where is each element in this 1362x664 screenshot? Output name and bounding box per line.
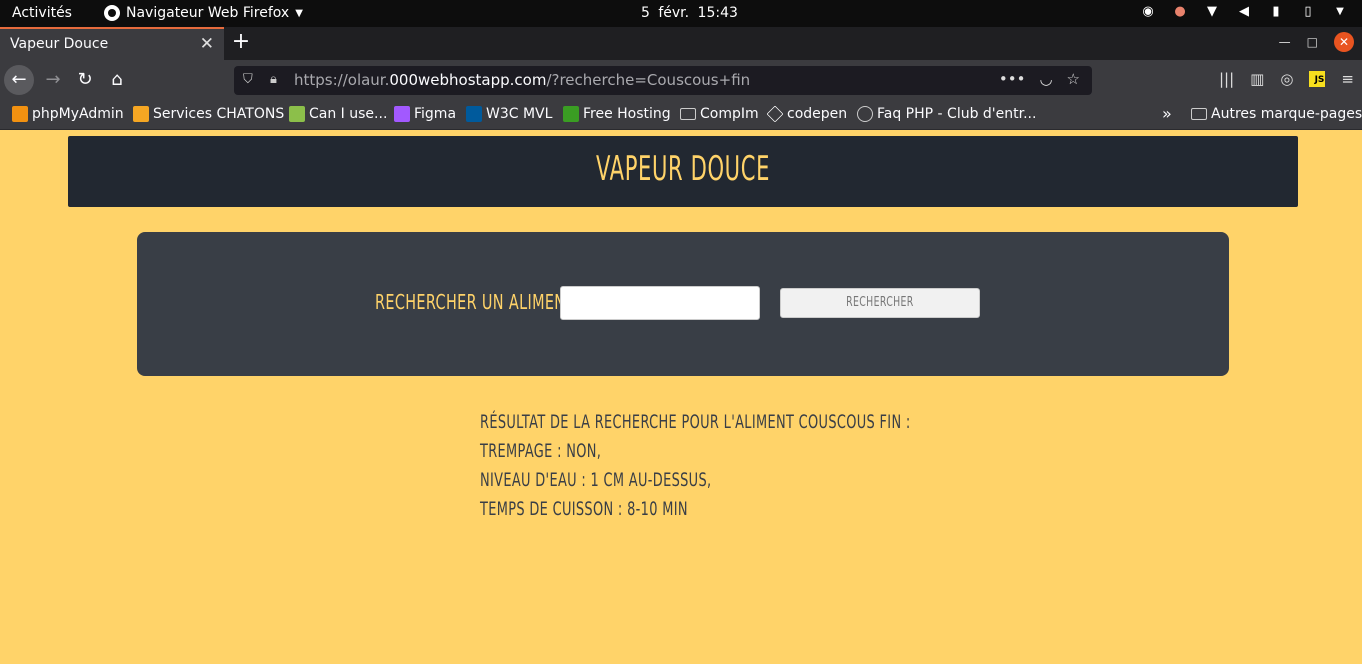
bookmark-star-icon[interactable]: ☆ — [1067, 70, 1080, 88]
search-button-label: RECHERCHER — [846, 295, 914, 310]
bookmark-figma[interactable]: Figma — [394, 106, 456, 122]
js-extension-icon[interactable]: JS — [1309, 71, 1326, 87]
activities-button[interactable]: Activités — [12, 5, 72, 21]
bookmark-codepen[interactable]: codepen — [766, 105, 848, 123]
site-title: VAPEUR DOUCE — [595, 149, 771, 189]
search-button[interactable]: RECHERCHER — [780, 288, 980, 318]
menu-hamburger-icon[interactable]: ≡ — [1341, 70, 1354, 88]
bookmark-phpmyadmin[interactable]: phpMyAdmin — [12, 106, 124, 122]
more-bookmarks-chevron-icon[interactable]: » — [1162, 104, 1172, 123]
toolbar-right: ||| ▥ ◎ JS ≡ — [1219, 70, 1354, 88]
system-top-bar: Activités Navigateur Web Firefox ▼ 5 fév… — [0, 0, 1362, 27]
search-panel: RECHERCHER UN ALIMENT RECHERCHER — [137, 232, 1229, 376]
other-bookmarks-folder[interactable]: Autres marque-pages — [1191, 106, 1362, 122]
url-prefix: https://olaur. — [294, 71, 390, 89]
bookmark-label: phpMyAdmin — [32, 106, 124, 122]
forward-arrow-icon[interactable]: → — [38, 65, 68, 95]
url-text[interactable]: https://olaur.000webhostapp.com/?recherc… — [294, 71, 750, 89]
bookmark-label: codepen — [787, 106, 848, 122]
bookmark-w3c-mvl[interactable]: W3C MVL — [466, 106, 552, 122]
bookmark-label: CompIm — [700, 106, 759, 122]
result-soaking: TREMPAGE : NON, — [480, 440, 602, 462]
discord-icon[interactable]: ◉ — [1140, 4, 1156, 20]
firefox-icon — [104, 5, 120, 21]
page-actions-icon[interactable]: ••• — [999, 70, 1026, 88]
other-bookmarks-label: Autres marque-pages — [1211, 106, 1362, 122]
search-results: RÉSULTAT DE LA RECHERCHE POUR L'ALIMENT … — [480, 408, 1113, 524]
globe-icon — [857, 106, 873, 122]
result-cooking-time: TEMPS DE CUISSON : 8-10 MIN — [480, 498, 688, 520]
sidebar-icon[interactable]: ▥ — [1250, 70, 1264, 88]
bookmark-label: Faq PHP - Club d'entr... — [877, 106, 1037, 122]
address-bar[interactable]: ⛉ 🔒︎ https://olaur.000webhostapp.com/?re… — [234, 66, 1092, 95]
power-menu-icon[interactable]: ▼ — [1332, 4, 1348, 20]
figma-icon — [394, 106, 410, 122]
close-tab-icon[interactable]: ✕ — [200, 34, 214, 54]
phpmyadmin-icon — [12, 106, 28, 122]
w3c-icon — [466, 106, 482, 122]
wifi-icon[interactable]: ▼ — [1204, 4, 1220, 20]
url-domain: 000webhostapp.com — [389, 71, 547, 89]
caniuse-icon — [289, 106, 305, 122]
folder-icon — [680, 108, 696, 120]
back-arrow-icon[interactable]: ← — [4, 65, 34, 95]
app-menu[interactable]: Navigateur Web Firefox ▼ — [104, 5, 303, 21]
lock-icon[interactable]: 🔒︎ — [270, 72, 282, 88]
home-icon[interactable]: ⌂ — [102, 65, 132, 95]
microphone-icon[interactable]: ▮ — [1268, 4, 1284, 20]
bookmark-label: Figma — [414, 106, 457, 122]
chatons-icon — [133, 106, 149, 122]
tab-vapeur-douce[interactable]: Vapeur Douce ✕ — [0, 27, 224, 60]
battery-icon[interactable]: ▯ — [1300, 4, 1316, 20]
codepen-icon — [766, 105, 784, 123]
result-water-level: NIVEAU D'EAU : 1 CM AU-DESSUS, — [480, 469, 712, 491]
search-input[interactable] — [560, 286, 760, 320]
minimize-icon[interactable]: — — [1279, 35, 1291, 49]
new-tab-icon[interactable]: + — [230, 29, 252, 55]
bookmark-label: Can I use... — [309, 106, 388, 122]
notification-icon[interactable]: ● — [1172, 4, 1188, 20]
freehosting-icon — [563, 106, 579, 122]
bookmark-can-i-use[interactable]: Can I use... — [289, 106, 387, 122]
reload-icon[interactable]: ↻ — [70, 65, 100, 95]
clock[interactable]: 5 févr. 15:43 — [641, 5, 738, 21]
bookmark-faq-php[interactable]: Faq PHP - Club d'entr... — [857, 106, 1036, 122]
system-tray[interactable]: ◉ ● ▼ ◀ ▮ ▯ ▼ — [1140, 4, 1348, 20]
bookmark-label: Services CHATONS — [153, 106, 285, 122]
search-label: RECHERCHER UN ALIMENT — [375, 290, 575, 314]
address-bar-tools: ••• ◡ ☆ — [999, 70, 1080, 88]
bookmarks-toolbar: phpMyAdmin Services CHATONS Can I use...… — [0, 100, 1362, 130]
navigation-toolbar: ← → ↻ ⌂ ⛉ 🔒︎ https://olaur.000webhostapp… — [0, 60, 1362, 100]
bookmark-folder-compim[interactable]: CompIm — [680, 106, 759, 122]
tracking-shield-icon[interactable]: ⛉ — [243, 72, 257, 88]
volume-icon[interactable]: ◀ — [1236, 4, 1252, 20]
url-path: /?recherche=Couscous+fin — [546, 71, 751, 89]
caret-down-icon: ▼ — [295, 7, 303, 19]
tab-strip: Vapeur Douce ✕ + — □ ✕ — [0, 27, 1362, 60]
site-header: VAPEUR DOUCE — [68, 136, 1298, 207]
bookmark-free-hosting[interactable]: Free Hosting — [563, 106, 671, 122]
pocket-icon[interactable]: ◡ — [1039, 70, 1052, 88]
window-controls: — □ ✕ — [1279, 32, 1354, 52]
app-name: Navigateur Web Firefox — [126, 5, 290, 21]
result-heading: RÉSULTAT DE LA RECHERCHE POUR L'ALIMENT … — [480, 411, 911, 433]
close-window-icon[interactable]: ✕ — [1334, 32, 1354, 52]
bookmark-label: Free Hosting — [583, 106, 671, 122]
bookmark-label: W3C MVL — [486, 106, 553, 122]
account-icon[interactable]: ◎ — [1280, 70, 1293, 88]
folder-icon — [1191, 108, 1207, 120]
bookmark-services-chatons[interactable]: Services CHATONS — [133, 106, 284, 122]
maximize-icon[interactable]: □ — [1307, 35, 1318, 49]
library-icon[interactable]: ||| — [1219, 70, 1234, 88]
tab-title: Vapeur Douce — [10, 36, 109, 52]
